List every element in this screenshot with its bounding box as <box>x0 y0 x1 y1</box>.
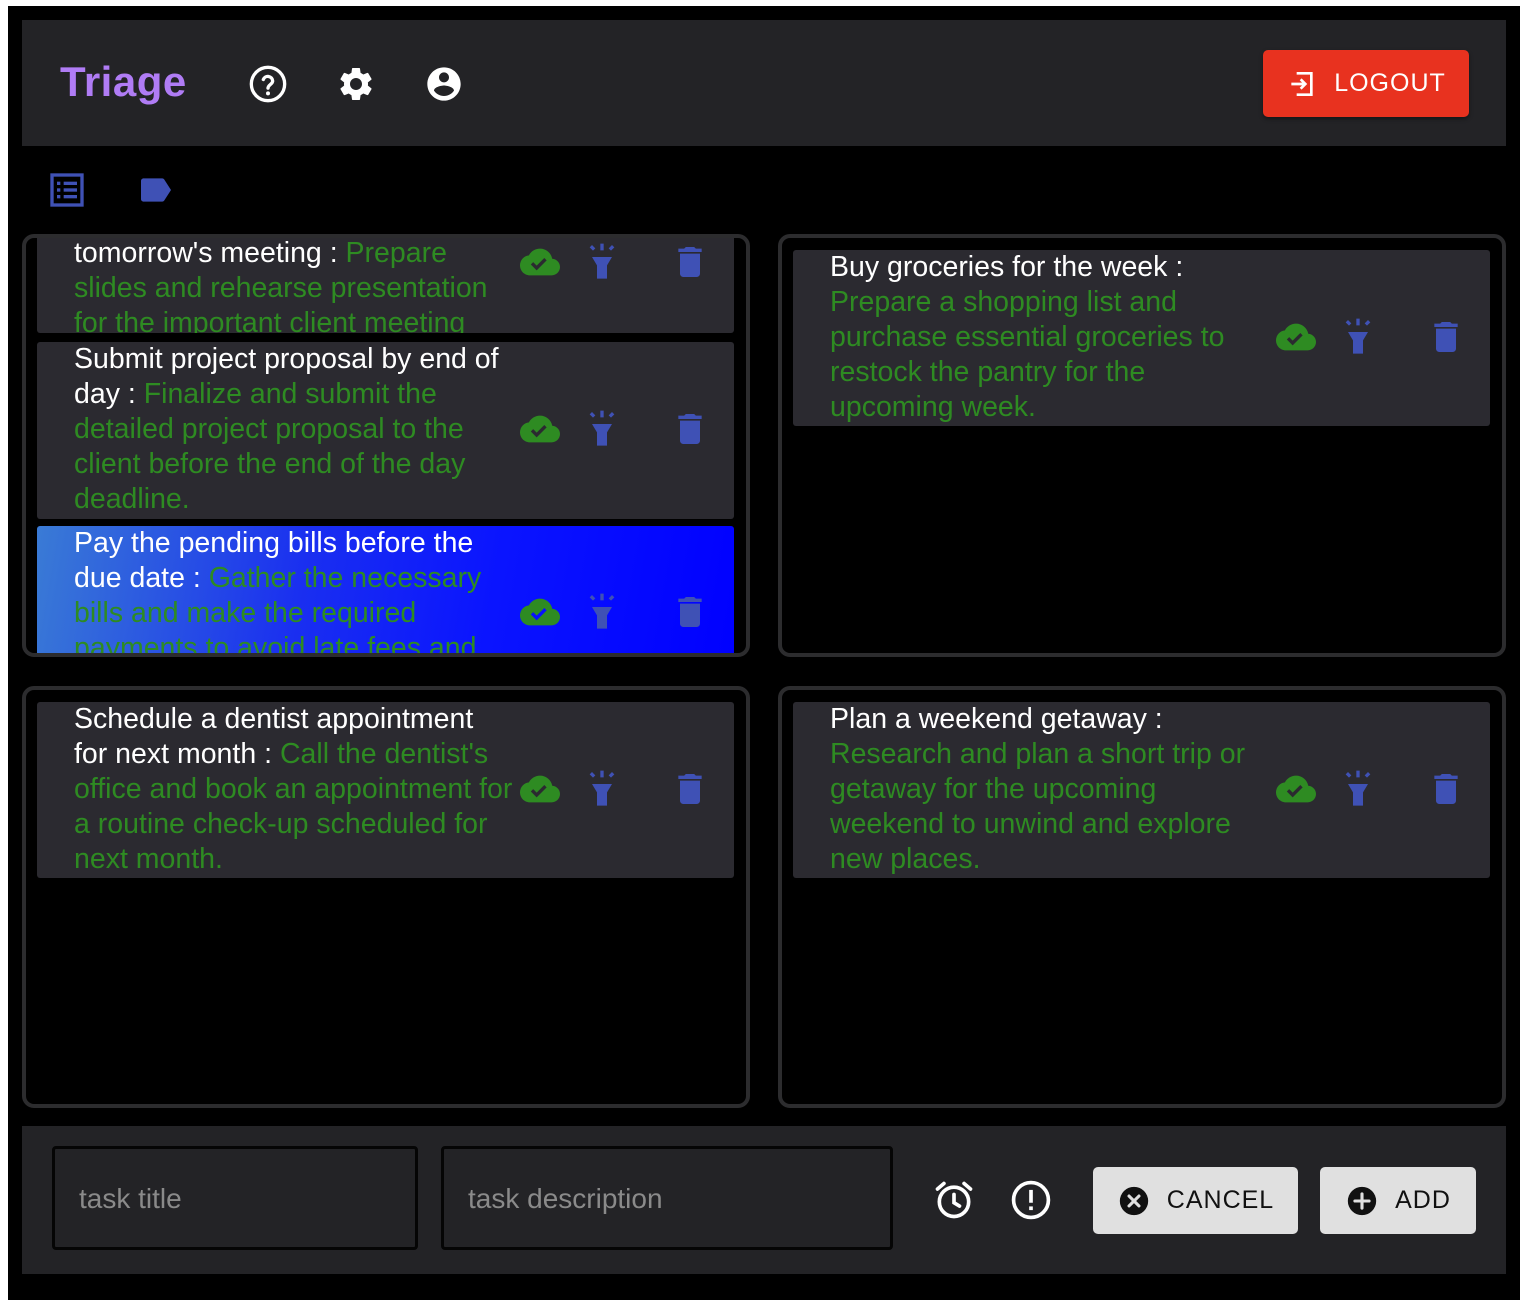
task-title: tomorrow's meeting <box>74 237 322 269</box>
task-card[interactable]: Plan a weekend getaway : Research and pl… <box>793 702 1490 878</box>
task-text: Submit project proposal by end of day : … <box>74 343 499 515</box>
task-title-field[interactable] <box>52 1146 418 1250</box>
delete-icon[interactable] <box>1426 769 1466 809</box>
logout-icon <box>1291 71 1313 96</box>
task-card[interactable]: Buy groceries for the week : Prepare a s… <box>793 250 1490 426</box>
delete-icon[interactable] <box>1426 317 1466 357</box>
delete-icon[interactable] <box>670 242 710 282</box>
add-label: ADD <box>1395 1186 1451 1214</box>
cancel-button[interactable]: CANCEL <box>1093 1167 1298 1234</box>
task-text: Schedule a dentist appointment for next … <box>74 703 513 875</box>
delete-icon[interactable] <box>670 592 710 632</box>
app-title: Triage <box>60 58 187 105</box>
task-card[interactable]: tomorrow's meeting : Prepare slides and … <box>37 237 734 333</box>
help-circle-icon[interactable] <box>248 64 288 104</box>
alarm-icon[interactable] <box>932 1178 976 1222</box>
task-text: tomorrow's meeting : Prepare slides and … <box>74 237 514 333</box>
task-title: Buy groceries for the week <box>830 251 1168 283</box>
task-card[interactable]: Submit project proposal by end of day : … <box>37 342 734 519</box>
task-card[interactable]: Schedule a dentist appointment for next … <box>37 702 734 878</box>
cloud-done-icon[interactable] <box>1276 769 1316 809</box>
cancel-label: CANCEL <box>1166 1186 1275 1214</box>
quadrant-panel-bottom-right: Plan a weekend getaway : Research and pl… <box>778 686 1506 1108</box>
delete-icon[interactable] <box>670 409 710 449</box>
task-description-input[interactable] <box>466 1173 827 1225</box>
priority-exclamation-icon[interactable] <box>1009 1178 1053 1222</box>
delete-icon[interactable] <box>670 769 710 809</box>
cloud-done-icon[interactable] <box>520 769 560 809</box>
top-app-bar: Triage LOGOUT <box>22 20 1506 146</box>
task-description-field[interactable] <box>441 1146 893 1250</box>
gear-icon[interactable] <box>336 64 376 104</box>
flashlight-icon[interactable] <box>582 592 622 632</box>
logout-label: LOGOUT <box>1334 69 1446 97</box>
task-text: Pay the pending bills before the due dat… <box>74 526 514 653</box>
cloud-done-icon[interactable] <box>520 409 560 449</box>
task-text: Plan a weekend getaway : Research and pl… <box>830 703 1246 875</box>
cloud-done-icon[interactable] <box>520 592 560 632</box>
label-icon[interactable] <box>136 170 176 210</box>
flashlight-icon[interactable] <box>582 409 622 449</box>
flashlight-icon[interactable] <box>582 242 622 282</box>
task-title: Plan a weekend getaway <box>830 703 1147 735</box>
add-circle-icon <box>1347 1186 1377 1215</box>
cloud-done-icon[interactable] <box>1276 317 1316 357</box>
quadrant-panel-top-left: tomorrow's meeting : Prepare slides and … <box>22 234 750 657</box>
new-task-form: CANCEL ADD <box>22 1126 1506 1274</box>
task-text: Buy groceries for the week : Prepare a s… <box>830 251 1225 423</box>
cancel-circle-icon <box>1119 1186 1148 1215</box>
account-circle-icon[interactable] <box>424 64 464 104</box>
add-task-button[interactable]: ADD <box>1320 1167 1476 1234</box>
task-description: Prepare a shopping list and purchase ess… <box>830 286 1225 423</box>
task-title-input[interactable] <box>77 1173 369 1225</box>
list-icon[interactable] <box>47 170 87 210</box>
flashlight-icon[interactable] <box>582 769 622 809</box>
quadrant-panel-top-right: Buy groceries for the week : Prepare a s… <box>778 234 1506 657</box>
task-card-selected[interactable]: Pay the pending bills before the due dat… <box>37 526 734 653</box>
flashlight-icon[interactable] <box>1338 769 1378 809</box>
logout-button[interactable]: LOGOUT <box>1263 50 1469 117</box>
task-description: Research and plan a short trip or getawa… <box>830 738 1246 875</box>
flashlight-icon[interactable] <box>1338 317 1378 357</box>
cloud-done-icon[interactable] <box>520 242 560 282</box>
quadrant-panel-bottom-left: Schedule a dentist appointment for next … <box>22 686 750 1108</box>
